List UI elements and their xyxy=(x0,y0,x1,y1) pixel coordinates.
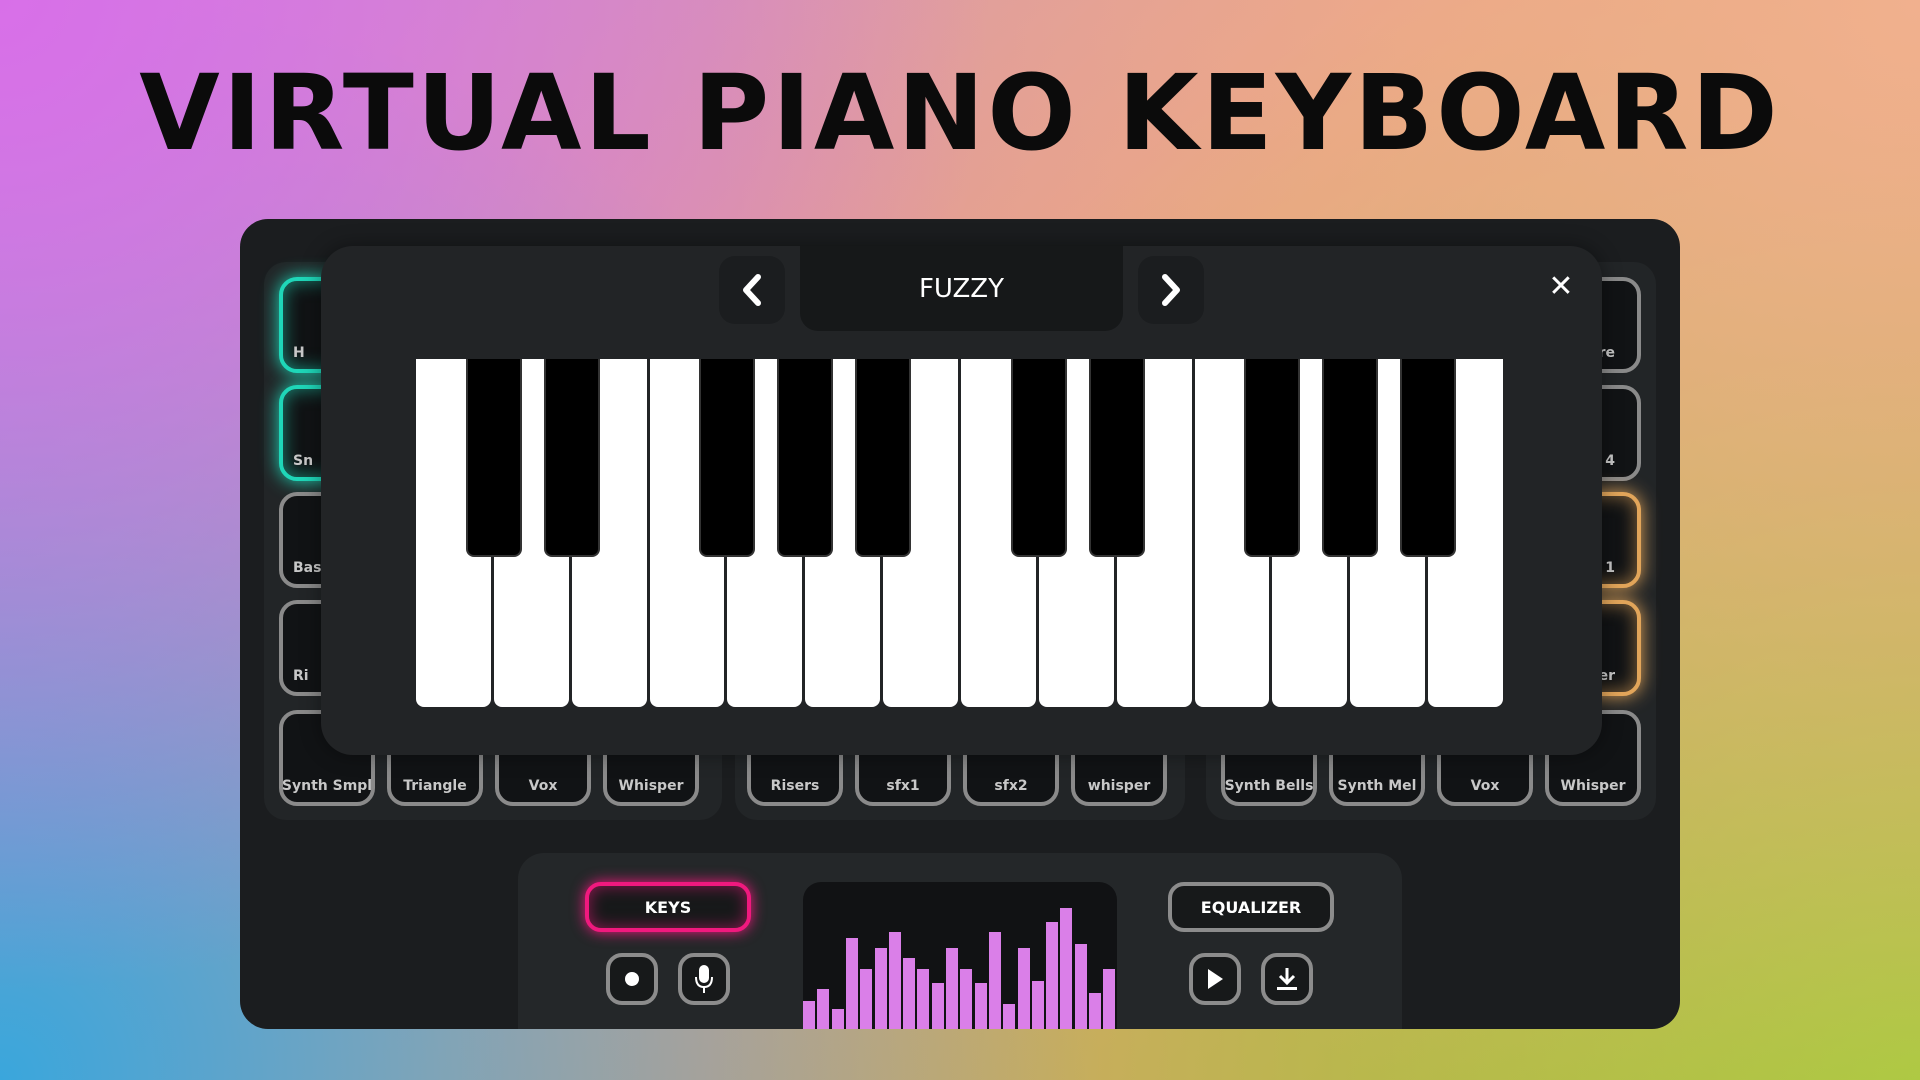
pad-label: sfx2 xyxy=(994,778,1028,794)
record-button[interactable] xyxy=(606,953,658,1005)
black-key[interactable] xyxy=(1244,359,1301,557)
black-key[interactable] xyxy=(1322,359,1379,557)
pad-label: Synth Mel xyxy=(1337,778,1417,794)
black-key[interactable] xyxy=(699,359,756,557)
microphone-button[interactable] xyxy=(678,953,730,1005)
close-icon[interactable]: ✕ xyxy=(1546,272,1576,302)
pad-label: Bas xyxy=(293,560,322,576)
next-preset-button[interactable] xyxy=(1138,256,1204,324)
pad-label: H xyxy=(293,345,305,361)
visualizer-bar xyxy=(1103,969,1116,1029)
black-key[interactable] xyxy=(1400,359,1457,557)
pad-label: Triangle xyxy=(403,778,467,794)
pad-label: Vox xyxy=(528,778,558,794)
visualizer-bar xyxy=(831,1008,844,1029)
pad-label: whisper xyxy=(1087,778,1151,794)
play-button[interactable] xyxy=(1189,953,1241,1005)
black-key[interactable] xyxy=(777,359,834,557)
preset-name: FUZZY xyxy=(800,246,1123,331)
audio-visualizer xyxy=(803,882,1117,1029)
pad-label: 1 xyxy=(1605,560,1615,576)
control-bar: KEYS EQUALIZER xyxy=(518,853,1402,1029)
visualizer-bar xyxy=(1017,948,1030,1029)
visualizer-bar xyxy=(1074,944,1087,1029)
pad-label: Synth Smpl xyxy=(281,778,373,794)
visualizer-bar xyxy=(888,932,901,1029)
pad-label: Synth Bells xyxy=(1224,778,1314,794)
visualizer-bar xyxy=(988,932,1001,1029)
download-button[interactable] xyxy=(1261,953,1313,1005)
visualizer-bar xyxy=(1046,922,1059,1029)
visualizer-bar xyxy=(803,1001,815,1029)
pad-label: sfx1 xyxy=(886,778,920,794)
black-key[interactable] xyxy=(855,359,912,557)
black-key[interactable] xyxy=(1088,359,1145,557)
visualizer-bar xyxy=(860,969,873,1029)
pad-label: Whisper xyxy=(618,778,684,794)
pad-label: Vox xyxy=(1470,778,1500,794)
black-key[interactable] xyxy=(465,359,522,557)
pad-label: Whisper xyxy=(1560,778,1626,794)
visualizer-bar xyxy=(1089,992,1101,1029)
download-icon xyxy=(1277,968,1297,990)
black-key[interactable] xyxy=(1010,359,1067,557)
visualizer-bar xyxy=(946,948,958,1029)
chevron-right-icon xyxy=(1162,274,1180,306)
pad-label: Ri xyxy=(293,668,309,684)
pad-label: 4 xyxy=(1605,453,1615,469)
pad-label: Risers xyxy=(770,778,820,794)
visualizer-bar xyxy=(931,982,944,1029)
pad-label: Sn xyxy=(293,453,314,469)
play-icon xyxy=(1208,969,1223,989)
keys-button[interactable]: KEYS xyxy=(585,882,751,932)
visualizer-bar xyxy=(917,969,930,1029)
prev-preset-button[interactable] xyxy=(719,256,785,324)
app-panel: H Sn Bas Ri Synth Smpl Triangle Vox Whis… xyxy=(240,219,1680,1029)
piano-keyboard xyxy=(416,359,1506,707)
black-key[interactable] xyxy=(543,359,600,557)
visualizer-bar xyxy=(817,988,830,1029)
visualizer-bar xyxy=(960,969,973,1029)
microphone-icon xyxy=(695,965,713,993)
keyboard-modal: FUZZY ✕ xyxy=(321,246,1602,755)
visualizer-bar xyxy=(903,958,916,1029)
visualizer-bar xyxy=(874,948,887,1029)
visualizer-bar xyxy=(845,938,858,1029)
chevron-left-icon xyxy=(743,274,761,306)
visualizer-bar xyxy=(1031,980,1044,1029)
record-icon xyxy=(625,972,639,986)
visualizer-bar xyxy=(1060,908,1073,1029)
equalizer-button[interactable]: EQUALIZER xyxy=(1168,882,1334,932)
page-title: VIRTUAL PIANO KEYBOARD xyxy=(139,52,1781,174)
visualizer-bar xyxy=(974,982,987,1029)
visualizer-bar xyxy=(1003,1004,1016,1029)
